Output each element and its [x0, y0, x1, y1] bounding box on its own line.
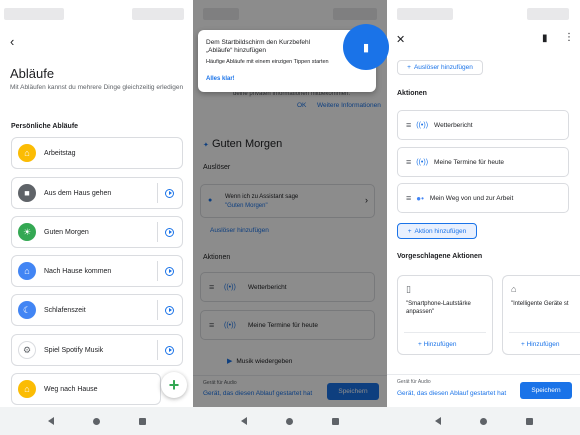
routines-list-screen: ‹ Abläufe Mit Abläufen kannst du mehrere… [0, 0, 193, 435]
action-label: Meine Termine für heute [434, 158, 505, 166]
nav-home-icon[interactable] [479, 417, 487, 425]
divider [157, 300, 158, 320]
add-action-button[interactable]: + Aktion hinzufügen [397, 223, 477, 239]
nav-recent-icon[interactable] [138, 417, 146, 425]
nav-back-icon[interactable] [240, 417, 247, 425]
routine-label: Spiel Spotify Musik [44, 346, 104, 354]
divider [157, 261, 158, 281]
moon-icon: ☾ [18, 301, 36, 319]
more-options-icon[interactable]: ⋮ [564, 32, 574, 43]
page-subtitle: Mit Abläufen kannst du mehrere Dinge gle… [10, 84, 184, 91]
play-icon[interactable] [165, 188, 174, 198]
nav-recent-icon[interactable] [525, 417, 533, 425]
routine-label: Aus dem Haus gehen [44, 189, 112, 197]
nav-home-icon[interactable] [92, 417, 100, 425]
car-icon: ■ [18, 184, 36, 202]
bottom-bar: Gerät für Audio Gerät, das diesen Ablauf… [387, 374, 580, 407]
add-routine-fab[interactable]: + [161, 372, 187, 398]
status-bar-blurred [527, 8, 569, 20]
suggestion-add-label: Hinzufügen [423, 341, 457, 348]
audio-device-value[interactable]: Gerät, das diesen Ablauf gestartet hat [397, 390, 506, 397]
page-title: Abläufe [10, 66, 55, 81]
add-shortcut-icon[interactable]: ▮ [542, 33, 548, 44]
audio-device-label: Gerät für Audio [397, 379, 431, 385]
plus-icon: + [407, 64, 411, 71]
home-icon: ⌂ [511, 284, 517, 294]
routine-edit-screen: ✕ ▮ ⋮ + Auslöser hinzufügen Aktionen [387, 0, 580, 435]
save-button[interactable]: Speichern [520, 382, 572, 399]
drag-handle-icon[interactable]: ≡ [406, 157, 411, 167]
system-nav-bar [387, 407, 580, 435]
suggestion-card[interactable]: ▯ "Smartphone-Lautstärke anpassen" + Hin… [397, 275, 493, 355]
gear-icon: ⚙ [18, 341, 36, 359]
home-work-icon: ⌂ [18, 144, 36, 162]
action-label: Mein Weg von und zur Arbeit [429, 194, 514, 202]
action-card[interactable]: ≡ ((•)) Wetterbericht [397, 110, 569, 140]
radio-waves-icon: ((•)) [416, 158, 429, 166]
suggestion-add-button[interactable]: + Hinzufügen [418, 341, 457, 348]
tooltip-dismiss-link[interactable]: Alles klar! [206, 76, 235, 82]
sunrise-icon: ☀ [18, 223, 36, 241]
smartphone-icon: ▯ [406, 284, 411, 294]
back-arrow-icon[interactable]: ‹ [10, 34, 14, 49]
nav-back-icon[interactable] [434, 417, 441, 425]
action-label: Wetterbericht [434, 121, 473, 129]
tooltip-body: Häufige Abläufe mit einem einzigen Tippe… [206, 59, 329, 65]
plus-icon: + [407, 227, 412, 235]
routine-card[interactable]: ⚙ Spiel Spotify Musik [11, 334, 183, 366]
close-icon[interactable]: ✕ [396, 33, 405, 46]
tooltip-title: Dem Startbildschirm den Kurzbefehl „Ablä… [206, 39, 311, 54]
section-heading: Persönliche Abläufe [11, 123, 79, 130]
suggestion-card[interactable]: ⌂ "Intelligente Geräte st + Hinzufügen [502, 275, 580, 355]
play-icon[interactable] [165, 266, 174, 276]
system-nav-bar [193, 407, 387, 435]
action-card[interactable]: ≡ ●• Mein Weg von und zur Arbeit [397, 183, 569, 213]
add-trigger-label: Auslöser hinzufügen [413, 64, 473, 71]
routine-card[interactable]: ☀ Guten Morgen [11, 216, 183, 248]
routine-card[interactable]: ⌂ Nach Hause kommen [11, 255, 183, 287]
divider [404, 332, 486, 333]
status-bar-blurred [397, 8, 453, 20]
nav-recent-icon[interactable] [332, 417, 340, 425]
nav-home-icon[interactable] [285, 417, 293, 425]
add-shortcut-highlight-icon[interactable]: ▮ [343, 24, 389, 70]
home-route-icon: ⌂ [18, 380, 36, 398]
routine-card[interactable]: ☾ Schlafenszeit [11, 294, 183, 326]
play-icon[interactable] [165, 345, 174, 355]
suggestion-add-label: Hinzufügen [526, 341, 560, 348]
nav-back-icon[interactable] [47, 417, 54, 425]
routine-card[interactable]: ■ Aus dem Haus gehen [11, 177, 183, 209]
status-bar [387, 0, 580, 24]
radio-waves-icon: ((•)) [416, 121, 429, 129]
divider [157, 340, 158, 360]
routine-label: Schlafenszeit [44, 306, 86, 314]
system-nav-bar [0, 407, 193, 435]
drag-handle-icon[interactable]: ≡ [406, 193, 411, 203]
play-icon[interactable] [165, 227, 174, 237]
status-bar-blurred [132, 8, 184, 20]
assistant-icon: ●• [416, 193, 424, 203]
routine-card[interactable]: ⌂ Weg nach Hause [11, 373, 161, 405]
routine-label: Nach Hause kommen [44, 267, 112, 275]
routine-card[interactable]: ⌂ Arbeitstag [11, 137, 183, 169]
suggestion-text: "Intelligente Geräte st [511, 301, 569, 307]
routine-label: Weg nach Hause [44, 385, 98, 393]
actions-heading: Aktionen [397, 90, 427, 97]
suggestion-text: "Smartphone-Lautstärke anpassen" [406, 301, 471, 315]
divider [157, 183, 158, 203]
play-icon[interactable] [165, 305, 174, 315]
drag-handle-icon[interactable]: ≡ [406, 120, 411, 130]
routine-label: Arbeitstag [44, 149, 76, 157]
divider [509, 332, 580, 333]
suggestion-add-button[interactable]: + Hinzufügen [521, 341, 560, 348]
add-action-label: Aktion hinzufügen [414, 227, 467, 235]
action-card[interactable]: ≡ ((•)) Meine Termine für heute [397, 147, 569, 177]
house-icon: ⌂ [18, 262, 36, 280]
status-bar-blurred [4, 8, 64, 20]
divider [157, 222, 158, 242]
status-bar [0, 0, 193, 24]
suggested-actions-heading: Vorgeschlagene Aktionen [397, 253, 483, 260]
routine-label: Guten Morgen [44, 228, 89, 236]
add-trigger-button[interactable]: + Auslöser hinzufügen [397, 60, 483, 75]
